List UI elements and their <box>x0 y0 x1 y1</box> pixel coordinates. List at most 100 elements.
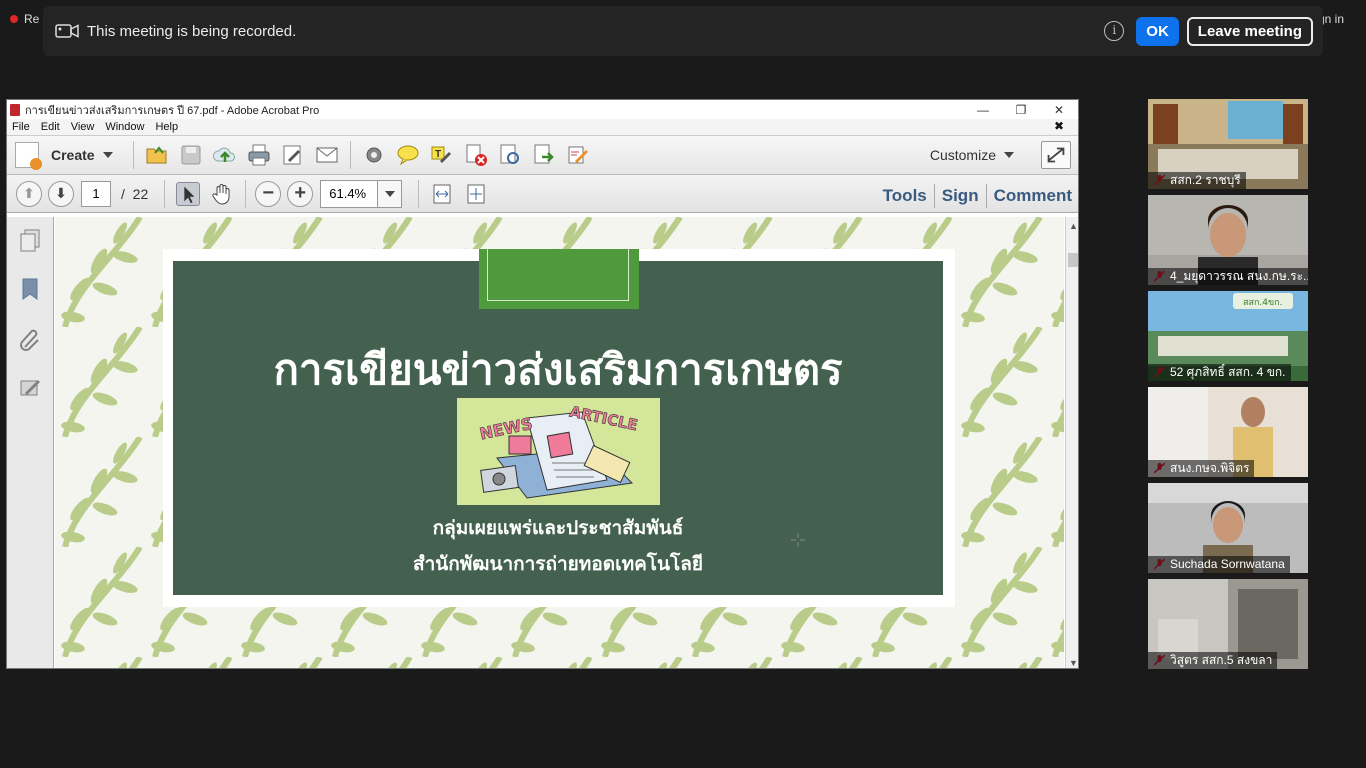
close-button[interactable]: ✕ <box>1040 103 1078 117</box>
scrollbar-thumb[interactable] <box>1068 253 1078 267</box>
email-icon[interactable] <box>315 143 339 167</box>
minimize-button[interactable]: — <box>964 103 1002 117</box>
fullscreen-icon[interactable] <box>1041 141 1071 169</box>
fit-width-icon[interactable] <box>430 182 454 206</box>
toolbar-divider <box>164 179 166 208</box>
pane-divider <box>985 184 987 208</box>
newspaper-illustration-icon: NEWS ARTICLE <box>478 402 640 499</box>
next-page-button[interactable]: ⬇ <box>48 180 74 207</box>
restore-button[interactable]: ❐ <box>1002 103 1040 117</box>
participant-tile[interactable]: สสก.2 ราชบุรี <box>1148 99 1308 189</box>
highlight-text-icon[interactable]: T <box>430 143 454 167</box>
print-icon[interactable] <box>247 143 271 167</box>
menu-edit[interactable]: Edit <box>41 121 60 133</box>
slide-header-tab <box>479 249 639 309</box>
zoom-out-button[interactable]: − <box>255 180 282 207</box>
participant-name: 52 ศุภสิทธิ์ สสก. 4 ขก. <box>1148 364 1291 381</box>
export-icon[interactable] <box>532 143 556 167</box>
news-article-illustration: NEWS ARTICLE <box>457 398 660 505</box>
menu-file[interactable]: File <box>12 121 30 133</box>
leave-meeting-button[interactable]: Leave meeting <box>1186 16 1313 46</box>
slide-subtitle-office: สำนักพัฒนาการถ่ายทอดเทคโนโลยี <box>413 553 703 575</box>
recording-banner: This meeting is being recorded. i OK Lea… <box>43 6 1323 56</box>
participant-name: 4_มยุดาวรรณ สนง.กษ.ระ... <box>1148 268 1308 285</box>
customize-button[interactable]: Customize <box>930 147 1014 163</box>
select-cursor-icon[interactable] <box>176 181 201 206</box>
sign-pen-icon[interactable] <box>566 143 590 167</box>
bookmarks-icon[interactable] <box>19 277 41 301</box>
recording-message: This meeting is being recorded. <box>87 22 297 40</box>
close-document-button[interactable]: ✖ <box>1054 119 1064 133</box>
participant-tile[interactable]: Suchada Sornwatana <box>1148 483 1308 573</box>
page-thumbnails-icon[interactable] <box>19 229 41 253</box>
chevron-down-icon <box>384 190 395 197</box>
create-pdf-icon <box>15 142 42 170</box>
vertical-scrollbar[interactable]: ▲ ▼ <box>1065 217 1078 668</box>
task-panes: Tools Sign Comment <box>883 184 1072 208</box>
crosshair-cursor-icon <box>791 533 805 547</box>
pdf-file-icon <box>10 103 20 116</box>
toolbar-divider <box>418 179 420 208</box>
page-total: / 22 <box>121 186 148 202</box>
participant-tile[interactable]: สนง.กษจ.พิจิตร <box>1148 387 1308 477</box>
menu-bar: File Edit View Window Help ✖ <box>7 119 1078 135</box>
create-button[interactable]: Create <box>15 142 113 170</box>
participant-name: วิสูตร สสก.5 สงขลา <box>1148 652 1278 669</box>
title-bar: การเขียนข่าวส่งเสริมการเกษตร ปี 67.pdf -… <box>7 100 1078 119</box>
chevron-down-icon <box>1004 152 1014 158</box>
toolbar-divider <box>349 141 351 169</box>
fit-page-icon[interactable] <box>464 182 488 206</box>
sign-pane-button[interactable]: Sign <box>942 186 979 206</box>
chevron-down-icon <box>102 152 113 158</box>
hand-tool-icon[interactable] <box>210 182 234 206</box>
slide-subtitle-department: กลุ่มเผยแพร่และประชาสัมพันธ์ <box>432 517 684 539</box>
tools-pane-button[interactable]: Tools <box>883 186 927 206</box>
signatures-icon[interactable] <box>19 375 41 399</box>
recording-dot-icon <box>10 15 18 23</box>
create-label: Create <box>51 147 95 163</box>
comment-bubble-icon[interactable] <box>396 143 420 167</box>
acrobat-window: การเขียนข่าวส่งเสริมการเกษตร ปี 67.pdf -… <box>6 99 1079 669</box>
participant-tile[interactable]: 4_มยุดาวรรณ สนง.กษ.ระ... <box>1148 195 1308 285</box>
navigation-toolbar: ⬆ ⬇ 1 / 22 − + 61.4% Tools Sign Comment <box>7 175 1078 213</box>
upload-cloud-icon[interactable] <box>212 143 237 167</box>
edit-document-icon[interactable] <box>281 143 305 167</box>
page-number-input[interactable]: 1 <box>81 180 111 207</box>
participant-tile[interactable]: สสก.4ขก. 52 ศุภสิทธิ์ สสก. 4 ขก. <box>1148 291 1308 381</box>
info-icon[interactable]: i <box>1104 21 1125 41</box>
customize-label: Customize <box>929 147 996 163</box>
toolbar-divider <box>132 141 134 169</box>
page-count: 22 <box>132 185 149 202</box>
pane-divider <box>933 184 935 208</box>
scroll-up-icon[interactable]: ▲ <box>1069 221 1078 231</box>
zoom-level-input[interactable]: 61.4% <box>320 179 379 208</box>
scroll-down-icon[interactable]: ▼ <box>1069 658 1078 668</box>
participant-name: สนง.กษจ.พิจิตร <box>1148 460 1255 477</box>
video-camera-icon <box>55 24 79 38</box>
slide-header-tab-outline <box>487 249 629 301</box>
menu-window[interactable]: Window <box>105 121 144 133</box>
zoom-dropdown-button[interactable] <box>378 179 403 208</box>
recording-indicator: Re <box>10 12 39 26</box>
zoom-in-button[interactable]: + <box>287 180 314 207</box>
participant-name: Suchada Sornwatana <box>1148 556 1290 573</box>
menu-view[interactable]: View <box>71 121 95 133</box>
slide-title: การเขียนข่าวส่งเสริมการเกษตร <box>273 345 843 394</box>
delete-page-icon[interactable] <box>464 143 488 167</box>
find-page-icon[interactable] <box>498 143 522 167</box>
ok-button[interactable]: OK <box>1136 16 1179 46</box>
attachments-icon[interactable] <box>19 327 41 351</box>
save-icon[interactable] <box>179 143 203 167</box>
previous-page-button[interactable]: ⬆ <box>16 180 42 207</box>
menu-help[interactable]: Help <box>155 121 178 133</box>
document-view[interactable]: การเขียนข่าวส่งเสริมการเกษตร NEWS ARTICL… <box>55 217 1064 668</box>
participant-tile[interactable]: วิสูตร สสก.5 สงขลา <box>1148 579 1308 669</box>
open-folder-icon[interactable] <box>145 143 169 167</box>
recording-label: Re <box>24 12 40 26</box>
svg-text:สสก.4ขก.: สสก.4ขก. <box>1243 298 1283 308</box>
settings-gear-icon[interactable] <box>362 143 386 167</box>
main-toolbar: Create T Customize <box>7 135 1078 175</box>
comment-pane-button[interactable]: Comment <box>994 186 1072 206</box>
toolbar-divider <box>245 179 247 208</box>
svg-text:T: T <box>435 149 441 160</box>
